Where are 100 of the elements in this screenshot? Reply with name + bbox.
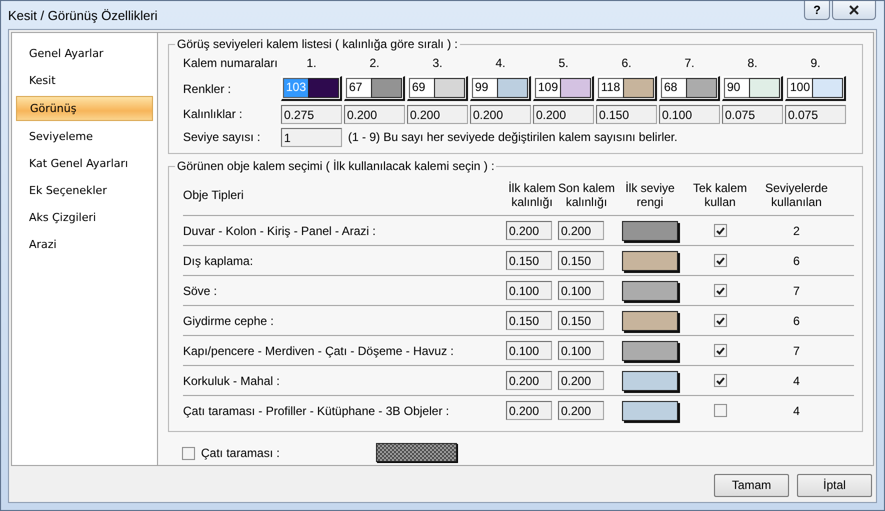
pen-number: 8. (746, 56, 758, 70)
level-count: 6 (792, 254, 801, 268)
row-label: Renkler : (183, 80, 232, 98)
help-button[interactable]: ? (804, 1, 830, 20)
group-title: Görünen obje kalem seçimi ( İlk kullanılacak kalemi seçin ) : (176, 159, 496, 173)
pen-color-button[interactable]: 68 (659, 76, 720, 101)
hatch-pattern-button[interactable] (376, 443, 458, 463)
pen-code: 68 (661, 78, 686, 98)
object-type: Dış kaplama: (183, 254, 254, 268)
column-header: Son kalem kalınlığı (558, 181, 615, 209)
object-type: Korkuluk - Mahal : (183, 374, 281, 388)
checkbox[interactable] (714, 284, 726, 297)
width-field[interactable]: 0.200 (344, 104, 405, 124)
width-field[interactable]: 0.150 (596, 104, 657, 124)
column-header: İlk seviye rengi (624, 181, 676, 209)
column-header: İlk kalem kalınlığı (507, 181, 557, 209)
width-field[interactable]: 0.100 (659, 104, 720, 124)
pen-code: 67 (346, 78, 371, 98)
level-count: 6 (792, 314, 801, 328)
pen-color-button[interactable]: 69 (407, 76, 468, 101)
width-field[interactable]: 0.100 (558, 281, 604, 300)
checkbox[interactable] (182, 446, 195, 460)
dialog-button[interactable]: Tamam (714, 474, 789, 496)
width-field[interactable]: 0.075 (722, 104, 783, 124)
width-field[interactable]: 0.200 (558, 371, 604, 390)
level-count: 4 (792, 374, 801, 388)
column-header: Obje Tipleri (183, 188, 245, 202)
sidebar-item[interactable]: Genel Ayarlar (16, 40, 153, 67)
close-icon (849, 5, 859, 15)
level-count: 7 (792, 344, 801, 358)
width-field[interactable]: 0.200 (470, 104, 531, 124)
object-type: Kapı/pencere - Merdiven - Çatı - Döşeme - Havuz : (183, 344, 455, 358)
level-count: 4 (792, 404, 801, 418)
pen-color-button[interactable]: 99 (470, 76, 531, 101)
width-field[interactable]: 0.100 (558, 341, 604, 360)
width-field[interactable]: 0.200 (558, 401, 604, 420)
object-type: Çatı taraması - Profiller - Kütüphane - 3B Objeler : (183, 404, 450, 418)
checkbox[interactable] (714, 344, 726, 357)
color-button[interactable] (622, 370, 678, 390)
pen-color-button[interactable]: 109 (533, 76, 594, 101)
sidebar-item[interactable]: Kesit (16, 67, 153, 94)
pen-number: 5. (557, 56, 570, 70)
width-field[interactable]: 0.150 (558, 251, 604, 270)
width-field[interactable]: 0.200 (506, 371, 552, 390)
pen-color-button[interactable]: 90 (722, 76, 783, 101)
level-count: 2 (792, 224, 801, 238)
pen-code: 103 (283, 78, 308, 98)
color-button[interactable] (622, 280, 678, 300)
pen-code: 118 (598, 78, 623, 98)
checkbox[interactable] (714, 224, 726, 237)
level-count: 7 (792, 284, 801, 298)
row-label: Kalem numaraları (183, 55, 279, 72)
row-label: Seviye sayısı : (183, 129, 262, 146)
width-field[interactable]: 0.200 (506, 221, 552, 240)
column-header: Tek kalem kullan (692, 181, 748, 209)
sidebar-item[interactable]: Ek Seçenekler (16, 177, 153, 204)
width-field[interactable]: 0.200 (407, 104, 468, 124)
width-field[interactable]: 0.200 (506, 401, 552, 420)
pen-number: 2. (368, 56, 380, 70)
width-field[interactable]: 0.100 (506, 281, 552, 300)
object-type: Duvar - Kolon - Kiriş - Panel - Arazi : (183, 224, 377, 238)
level-count-field[interactable]: 1 (281, 128, 342, 146)
checkbox[interactable] (714, 404, 726, 417)
window-title: Kesit / Görünüş Özellikleri (8, 8, 158, 22)
color-button[interactable] (622, 340, 678, 360)
pen-number: 4. (494, 56, 506, 70)
sidebar-item[interactable]: Kat Genel Ayarları (16, 150, 153, 177)
pen-number: 3. (431, 56, 444, 70)
pen-color-button[interactable]: 118 (596, 76, 657, 101)
sidebar-item[interactable]: Görünüş (16, 96, 153, 121)
color-button[interactable] (622, 220, 678, 240)
group-title: Görüş seviyeleri kalem listesi ( kalınlığa göre sıralı ) : (176, 37, 459, 51)
checkbox[interactable] (714, 374, 726, 387)
color-button[interactable] (622, 400, 678, 420)
checkbox[interactable] (714, 254, 726, 267)
pen-number: 9. (809, 56, 822, 70)
color-button[interactable] (622, 250, 678, 270)
pen-color-button[interactable]: 100 (785, 76, 846, 101)
width-field[interactable]: 0.100 (506, 341, 552, 360)
sidebar-item[interactable]: Arazi (16, 231, 153, 258)
width-field[interactable]: 0.200 (533, 104, 594, 124)
sidebar-item[interactable]: Seviyeleme (16, 123, 153, 150)
pen-code: 100 (787, 78, 812, 98)
width-field[interactable]: 0.275 (281, 104, 342, 124)
width-field[interactable]: 0.200 (558, 221, 604, 240)
width-field[interactable]: 0.150 (506, 251, 552, 270)
object-type: Söve : (183, 284, 218, 298)
color-button[interactable] (622, 310, 678, 330)
width-field[interactable]: 0.150 (558, 311, 604, 330)
width-field[interactable]: 0.075 (785, 104, 846, 124)
sidebar-item[interactable]: Aks Çizgileri (16, 204, 153, 231)
close-button[interactable] (832, 1, 876, 20)
pen-number: 6. (620, 56, 632, 70)
hint-text: (1 - 9) Bu sayı her seviyede değiştirilen kalem sayısını belirler. (347, 130, 678, 144)
width-field[interactable]: 0.150 (506, 311, 552, 330)
pen-color-button[interactable]: 67 (344, 76, 405, 101)
column-header: Seviyelerde kullanılan (764, 181, 829, 209)
checkbox[interactable] (714, 314, 726, 327)
pen-code: 90 (724, 78, 749, 98)
dialog-button[interactable]: İptal (797, 474, 872, 496)
